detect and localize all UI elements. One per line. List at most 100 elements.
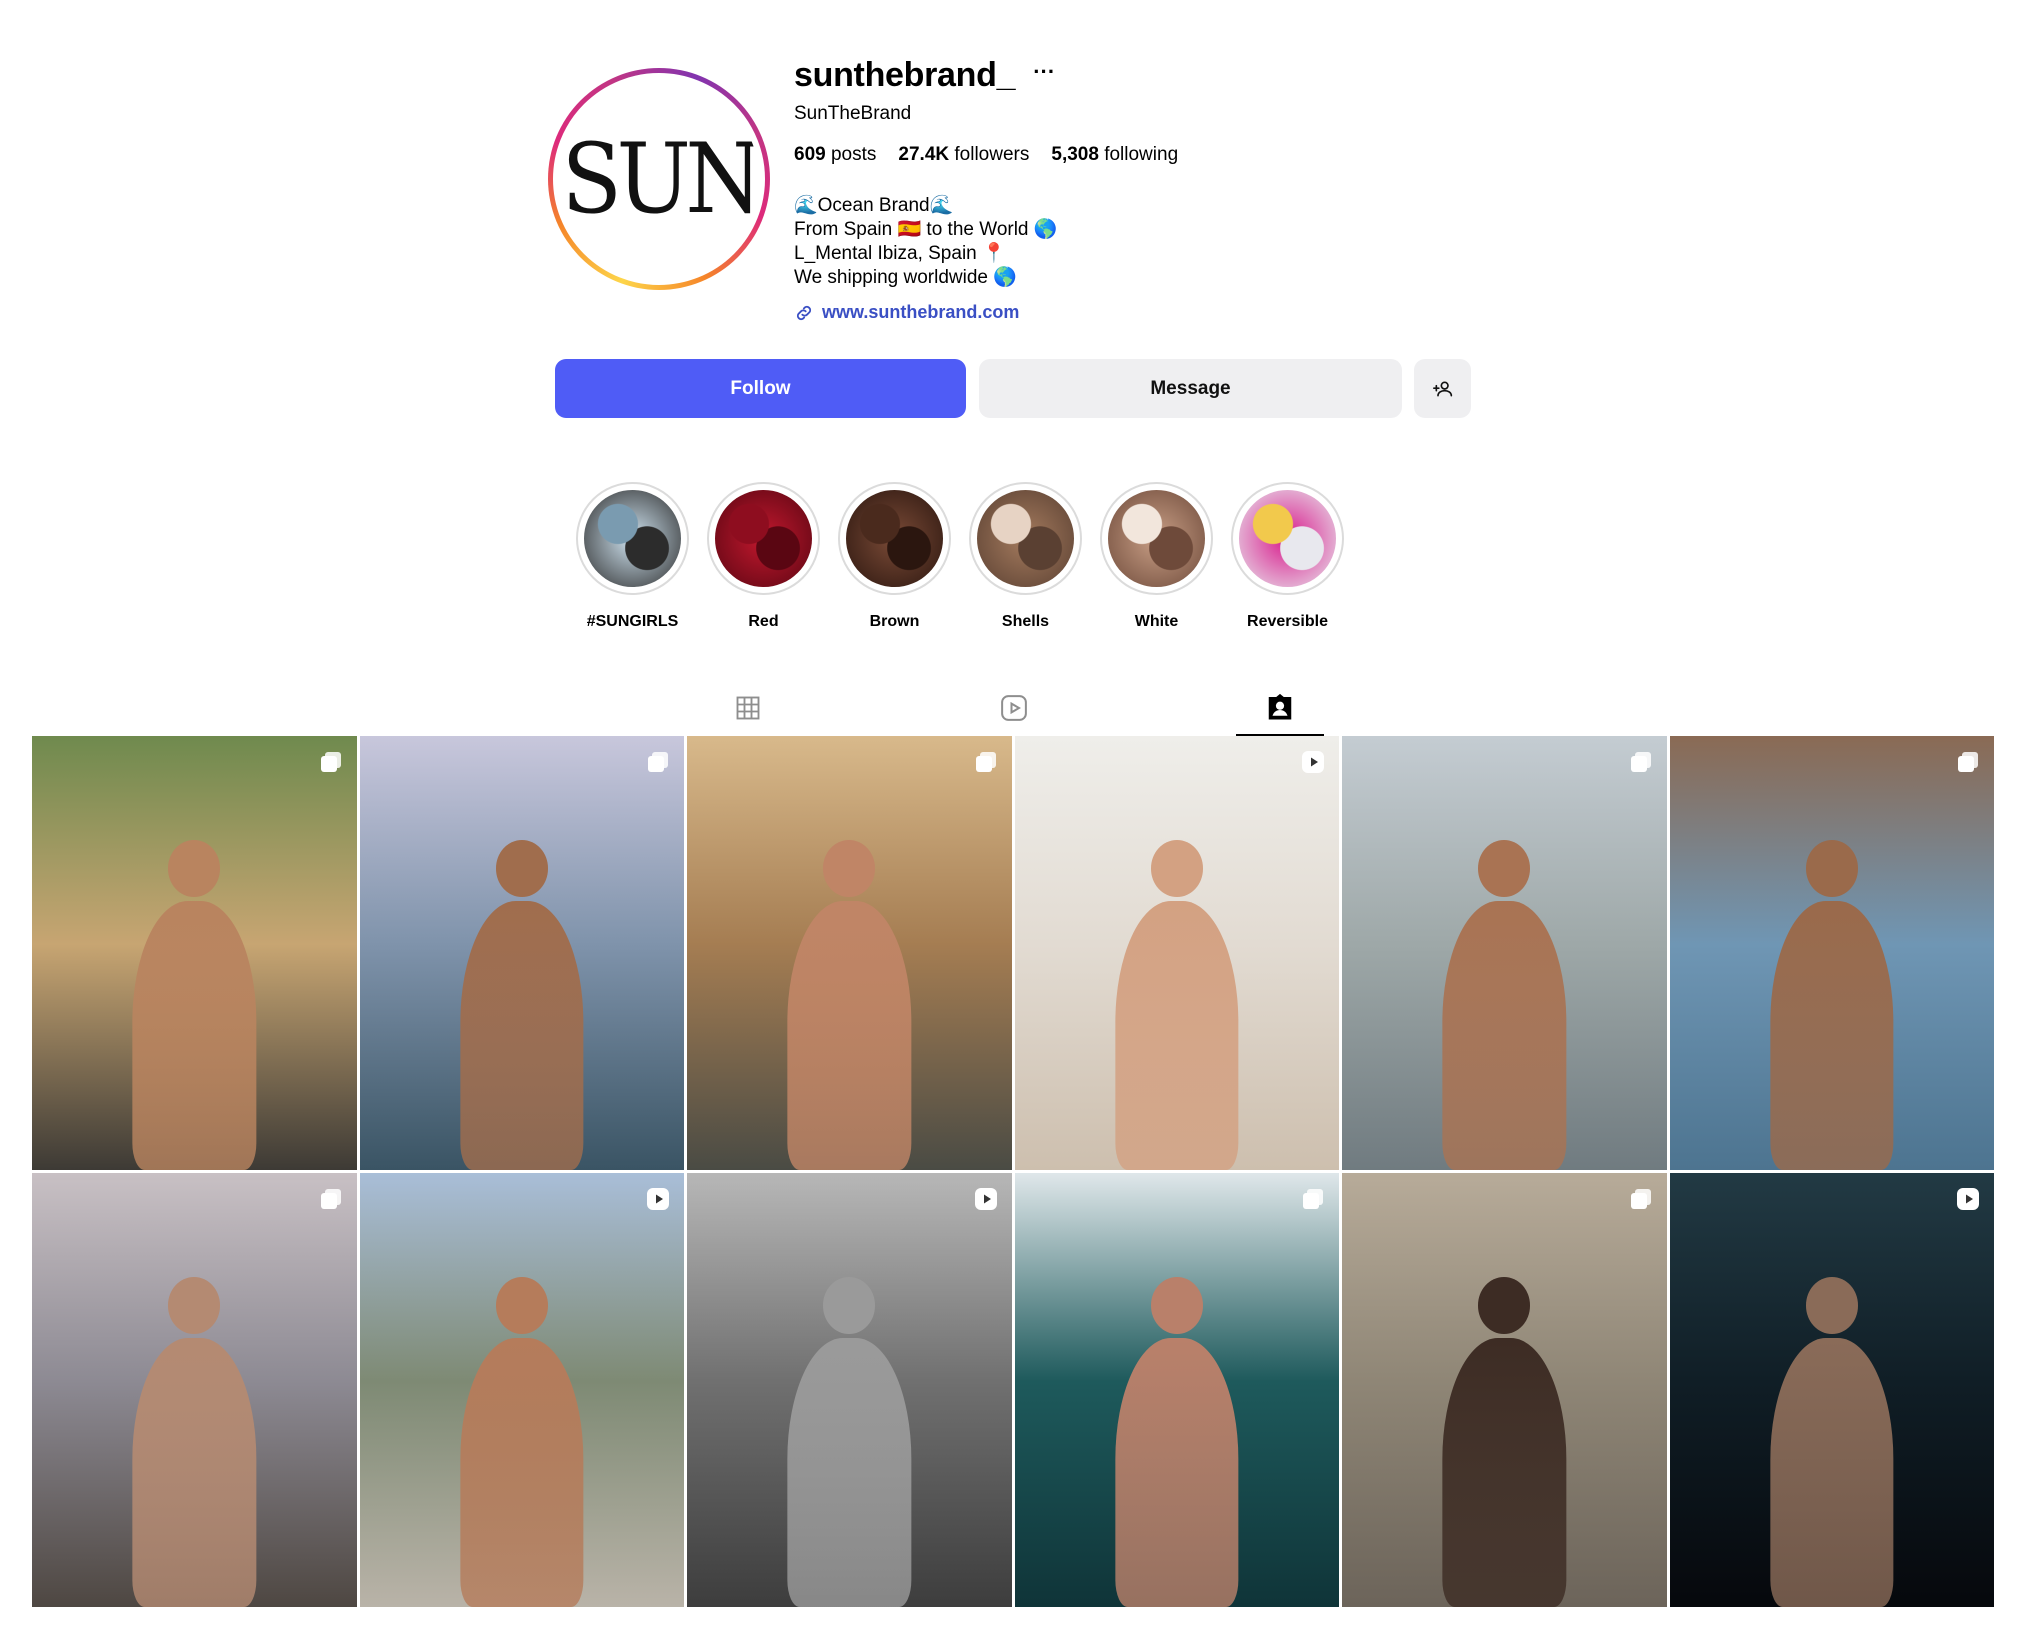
grid-icon bbox=[736, 696, 760, 720]
person-head bbox=[823, 1277, 876, 1334]
add-person-icon bbox=[1432, 381, 1452, 396]
highlight-label: Shells bbox=[1001, 613, 1050, 630]
post-tile[interactable] bbox=[687, 736, 1012, 1170]
person-head bbox=[1150, 1277, 1203, 1334]
person-silhouette bbox=[1115, 1337, 1239, 1607]
suggested-accounts-button[interactable] bbox=[1414, 359, 1471, 418]
person-silhouette bbox=[1770, 900, 1894, 1170]
bio: 🌊Ocean Brand🌊 From Spain 🇪🇸 to the World… bbox=[794, 194, 1057, 290]
post-tile[interactable] bbox=[359, 1173, 684, 1607]
website-link[interactable]: www.sunthebrand.com bbox=[794, 302, 1019, 323]
message-button[interactable]: Message bbox=[979, 359, 1402, 418]
stat-followers[interactable]: 27.4K followers bbox=[898, 144, 1029, 166]
post-tile[interactable] bbox=[359, 736, 684, 1170]
tab-tagged[interactable] bbox=[1236, 680, 1324, 736]
tab-posts[interactable] bbox=[704, 680, 792, 736]
highlight-white[interactable]: White bbox=[1100, 482, 1213, 631]
person-silhouette bbox=[132, 1337, 256, 1607]
website-text: www.sunthebrand.com bbox=[822, 302, 1020, 322]
highlight-ring bbox=[1231, 482, 1344, 595]
carousel-icon bbox=[1630, 752, 1651, 772]
profile-avatar[interactable]: SUN bbox=[548, 68, 770, 290]
highlight-brown[interactable]: Brown bbox=[838, 482, 951, 631]
follow-button[interactable]: Follow bbox=[555, 359, 966, 418]
highlight-cover bbox=[1108, 490, 1205, 587]
person-head bbox=[168, 1277, 221, 1334]
person-head bbox=[1805, 840, 1858, 897]
person-silhouette bbox=[460, 900, 584, 1170]
tab-reels[interactable] bbox=[970, 680, 1058, 736]
highlight-shells[interactable]: Shells bbox=[969, 482, 1082, 631]
post-tile[interactable] bbox=[1342, 1173, 1667, 1607]
highlight-label: Reversible bbox=[1247, 613, 1328, 630]
person-head bbox=[495, 1277, 548, 1334]
highlight-reversible[interactable]: Reversible bbox=[1231, 482, 1344, 631]
tagged-posts-grid bbox=[32, 736, 1994, 1607]
person-head bbox=[168, 840, 221, 897]
highlight-label: White bbox=[1134, 613, 1179, 630]
reel-icon bbox=[647, 1188, 669, 1210]
highlight-cover bbox=[846, 490, 943, 587]
post-tile[interactable] bbox=[1669, 736, 1994, 1170]
post-tile[interactable] bbox=[1342, 736, 1667, 1170]
person-head bbox=[495, 840, 548, 897]
post-tile[interactable] bbox=[1014, 1173, 1339, 1607]
carousel-icon bbox=[1303, 1189, 1323, 1209]
person-head bbox=[1150, 840, 1203, 897]
tagged-icon bbox=[1268, 693, 1292, 720]
bio-line: From Spain 🇪🇸 to the World 🌎 bbox=[794, 219, 1058, 240]
username-row: sunthebrand_ ··· bbox=[794, 56, 1055, 95]
highlight-label: Brown bbox=[869, 613, 920, 630]
highlight-cover bbox=[584, 490, 681, 587]
reel-icon bbox=[974, 1188, 997, 1210]
post-tile[interactable] bbox=[32, 1173, 357, 1607]
person-silhouette bbox=[1442, 900, 1566, 1170]
brand-logo: SUN bbox=[561, 123, 759, 235]
highlight-ring bbox=[707, 482, 820, 595]
highlight-label: #SUNGIRLS bbox=[586, 613, 679, 630]
bio-line: L_Mental Ibiza, Spain 📍 bbox=[794, 243, 1006, 264]
reel-icon bbox=[1957, 1188, 1979, 1210]
carousel-icon bbox=[975, 752, 996, 772]
highlight-cover bbox=[1239, 490, 1336, 587]
highlight-cover bbox=[715, 490, 812, 587]
person-head bbox=[1805, 1277, 1858, 1334]
highlight-cover bbox=[977, 490, 1074, 587]
profile-tabs bbox=[0, 680, 2018, 736]
person-silhouette bbox=[1442, 1337, 1566, 1607]
link-icon bbox=[796, 305, 812, 320]
highlight-ring bbox=[838, 482, 951, 595]
carousel-icon bbox=[1958, 752, 1978, 772]
person-head bbox=[1478, 1277, 1531, 1334]
person-silhouette bbox=[460, 1337, 584, 1607]
story-highlights: #SUNGIRLS Red Brown Shells White Reversi… bbox=[576, 482, 1344, 631]
carousel-icon bbox=[1630, 1189, 1651, 1209]
bio-line: We shipping worldwide 🌎 bbox=[794, 267, 1017, 288]
full-name: SunTheBrand bbox=[794, 103, 912, 124]
highlight-red[interactable]: Red bbox=[707, 482, 820, 631]
profile-stats: 609 posts 27.4K followers 5,308 followin… bbox=[794, 144, 1178, 166]
reel-icon bbox=[1302, 751, 1324, 773]
person-silhouette bbox=[132, 900, 256, 1170]
more-options-icon[interactable]: ··· bbox=[1033, 60, 1055, 83]
highlight-label: Red bbox=[748, 613, 779, 630]
person-silhouette bbox=[1115, 900, 1239, 1170]
post-tile[interactable] bbox=[687, 1173, 1012, 1607]
carousel-icon bbox=[320, 1189, 341, 1209]
reels-icon bbox=[1001, 695, 1027, 721]
person-head bbox=[1478, 840, 1531, 897]
stat-following[interactable]: 5,308 following bbox=[1051, 144, 1178, 166]
post-tile[interactable] bbox=[1014, 736, 1339, 1170]
highlight-ring bbox=[969, 482, 1082, 595]
highlight-ring bbox=[1100, 482, 1213, 595]
bio-line: 🌊Ocean Brand🌊 bbox=[794, 195, 954, 216]
highlight-sungirls[interactable]: #SUNGIRLS bbox=[576, 482, 689, 631]
post-tile[interactable] bbox=[32, 736, 357, 1170]
stat-posts: 609 posts bbox=[794, 144, 877, 165]
username: sunthebrand_ bbox=[794, 56, 1016, 94]
avatar-inner: SUN bbox=[553, 73, 765, 285]
person-silhouette bbox=[787, 1337, 911, 1607]
person-silhouette bbox=[1770, 1337, 1894, 1607]
highlight-ring bbox=[576, 482, 689, 595]
post-tile[interactable] bbox=[1669, 1173, 1994, 1607]
